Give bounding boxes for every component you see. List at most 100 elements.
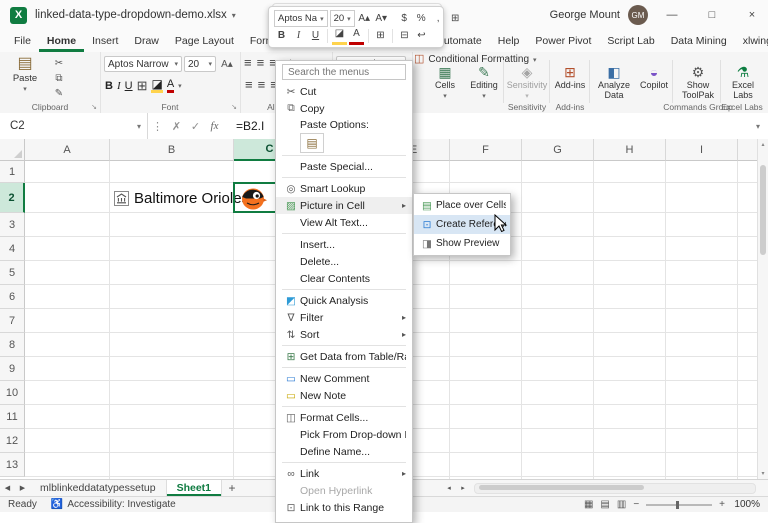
mini-font-name-select[interactable]: Aptos Na ▾: [274, 10, 328, 27]
linked-data-type-icon[interactable]: [114, 191, 129, 206]
menu-item-picture-in-cell[interactable]: ▨Picture in Cell▸: [276, 197, 412, 214]
align-center-button[interactable]: ≡: [258, 78, 266, 91]
row-header-1[interactable]: 1: [0, 161, 25, 183]
ribbon-tab-xlwings[interactable]: xlwings: [735, 30, 768, 52]
mini-accounting-button[interactable]: $: [397, 11, 412, 27]
row-header-9[interactable]: 9: [0, 357, 25, 381]
menu-item-filter[interactable]: ∇Filter▸: [276, 309, 412, 326]
menu-item-new-note[interactable]: ▭New Note: [276, 387, 412, 404]
italic-button[interactable]: I: [117, 80, 121, 92]
zoom-slider[interactable]: [646, 504, 712, 506]
show-toolpak-button[interactable]: ⚙ Show ToolPak: [676, 65, 720, 101]
bold-button[interactable]: B: [105, 80, 113, 92]
menu-item-view-alt-text[interactable]: View Alt Text...: [276, 214, 412, 231]
sheet-tab-mlblinkeddatatypessetup[interactable]: mlblinkeddatatypessetup: [30, 480, 167, 496]
hscroll-right-icon[interactable]: ▸: [456, 484, 470, 492]
ribbon-tab-insert[interactable]: Insert: [84, 30, 126, 52]
cut-button[interactable]: ✂: [50, 56, 68, 70]
page-layout-view-button[interactable]: ▤: [600, 499, 609, 510]
row-header-4[interactable]: 4: [0, 237, 25, 261]
column-header-i[interactable]: I: [666, 139, 738, 161]
hscroll-left-icon[interactable]: ◂: [442, 484, 456, 492]
ribbon-tab-file[interactable]: File: [6, 30, 39, 52]
submenu-item-place-over-cells[interactable]: ▤Place over Cells: [414, 196, 510, 215]
name-box[interactable]: C2 ▾: [0, 113, 148, 139]
menu-item-format-cells[interactable]: ◫Format Cells...: [276, 409, 412, 426]
font-name-select[interactable]: Aptos Narrow ▾: [104, 56, 182, 72]
select-all-corner[interactable]: [0, 139, 25, 161]
row-header-3[interactable]: 3: [0, 213, 25, 237]
row-header-8[interactable]: 8: [0, 333, 25, 357]
fill-color-button[interactable]: ◪: [151, 78, 162, 93]
horizontal-scroll-thumb[interactable]: [479, 485, 644, 490]
menu-item-smart-lookup[interactable]: ◎Smart Lookup: [276, 180, 412, 197]
column-header-h[interactable]: H: [594, 139, 666, 161]
mini-wrap-button[interactable]: ↩: [414, 28, 429, 44]
vertical-scroll-thumb[interactable]: [760, 165, 766, 255]
sheet-nav-left-icon[interactable]: ◀: [0, 484, 15, 492]
menu-item-cut[interactable]: ✂Cut: [276, 83, 412, 100]
font-dialog-launcher-icon[interactable]: ↘: [231, 103, 237, 111]
title-chevron-down-icon[interactable]: ▾: [232, 11, 236, 20]
cancel-entry-button[interactable]: ✗: [167, 120, 186, 133]
row-header-5[interactable]: 5: [0, 261, 25, 285]
mini-shrink-font-button[interactable]: A▾: [374, 11, 389, 27]
horizontal-scrollbar[interactable]: [474, 483, 756, 494]
mini-italic-button[interactable]: I: [291, 28, 306, 44]
scroll-up-icon[interactable]: ▴: [758, 141, 768, 148]
menu-item-link-to-this-range[interactable]: ⊡Link to this Range: [276, 499, 412, 516]
expand-formula-bar-icon[interactable]: ▾: [756, 122, 768, 131]
ribbon-tab-draw[interactable]: Draw: [126, 30, 167, 52]
mini-borders-button[interactable]: ⊞: [373, 28, 388, 44]
format-painter-button[interactable]: ✎: [50, 86, 68, 100]
minimize-button[interactable]: —: [656, 0, 688, 30]
menu-item-get-data-from-table-range[interactable]: ⊞Get Data from Table/Range...: [276, 348, 412, 365]
menu-item-insert[interactable]: Insert...: [276, 236, 412, 253]
row-header-11[interactable]: 11: [0, 405, 25, 429]
grow-font-button[interactable]: A▴: [218, 57, 236, 71]
row-header-10[interactable]: 10: [0, 381, 25, 405]
avatar[interactable]: GM: [628, 5, 648, 25]
column-header-g[interactable]: G: [522, 139, 594, 161]
zoom-level[interactable]: 100%: [732, 499, 760, 510]
align-left-button[interactable]: ≡: [245, 78, 253, 91]
editing-button[interactable]: ✎ Editing ▾: [465, 65, 503, 101]
maximize-button[interactable]: □: [696, 0, 728, 30]
mini-grow-font-button[interactable]: A▴: [357, 11, 372, 27]
zoom-out-button[interactable]: −: [633, 499, 639, 510]
mini-font-color-button[interactable]: A: [349, 26, 364, 45]
insert-function-button[interactable]: fx: [205, 120, 224, 132]
paste-button[interactable]: ▤ Paste ▾: [7, 56, 43, 93]
row-header-6[interactable]: 6: [0, 285, 25, 309]
formula-input[interactable]: =B2.I: [224, 119, 264, 133]
mini-bold-button[interactable]: B: [274, 28, 289, 44]
ribbon-tab-data-mining[interactable]: Data Mining: [663, 30, 735, 52]
cells-button[interactable]: ▦ Cells ▾: [427, 65, 463, 101]
analyze-data-button[interactable]: ◧ Analyze Data: [592, 65, 636, 101]
confirm-entry-button[interactable]: ✓: [186, 120, 205, 133]
menu-item-clear-contents[interactable]: Clear Contents: [276, 270, 412, 287]
vertical-scrollbar[interactable]: ▴ ▾: [757, 139, 768, 479]
menu-item-pick-from-drop-down-list[interactable]: Pick From Drop-down List...: [276, 426, 412, 443]
zoom-slider-thumb[interactable]: [676, 501, 679, 509]
underline-button[interactable]: U: [125, 80, 133, 92]
close-button[interactable]: ×: [736, 0, 768, 30]
mini-comma-button[interactable]: ,: [431, 11, 446, 27]
row-header-13[interactable]: 13: [0, 453, 25, 477]
menu-item-define-name[interactable]: Define Name...: [276, 443, 412, 460]
menu-item-open-hyperlink[interactable]: Open Hyperlink: [276, 482, 412, 499]
copy-button[interactable]: ⧉: [50, 71, 68, 85]
ribbon-tab-script-lab[interactable]: Script Lab: [599, 30, 662, 52]
mini-fill-color-button[interactable]: ◪: [332, 26, 347, 45]
clipboard-dialog-launcher-icon[interactable]: ↘: [91, 103, 97, 111]
mini-font-size-select[interactable]: 20 ▾: [330, 10, 355, 27]
sheet-nav-right-icon[interactable]: ▶: [15, 484, 30, 492]
cell-b2[interactable]: Baltimore Orioles: [110, 183, 249, 213]
submenu-item-show-preview[interactable]: ◨Show Preview: [414, 234, 510, 253]
menu-search-input[interactable]: [282, 64, 406, 80]
menu-item-delete[interactable]: Delete...: [276, 253, 412, 270]
ribbon-tab-page-layout[interactable]: Page Layout: [167, 30, 242, 52]
copilot-button[interactable]: ◒ Copilot: [637, 65, 671, 91]
column-header-b[interactable]: B: [110, 139, 234, 161]
menu-item-new-comment[interactable]: ▭New Comment: [276, 370, 412, 387]
